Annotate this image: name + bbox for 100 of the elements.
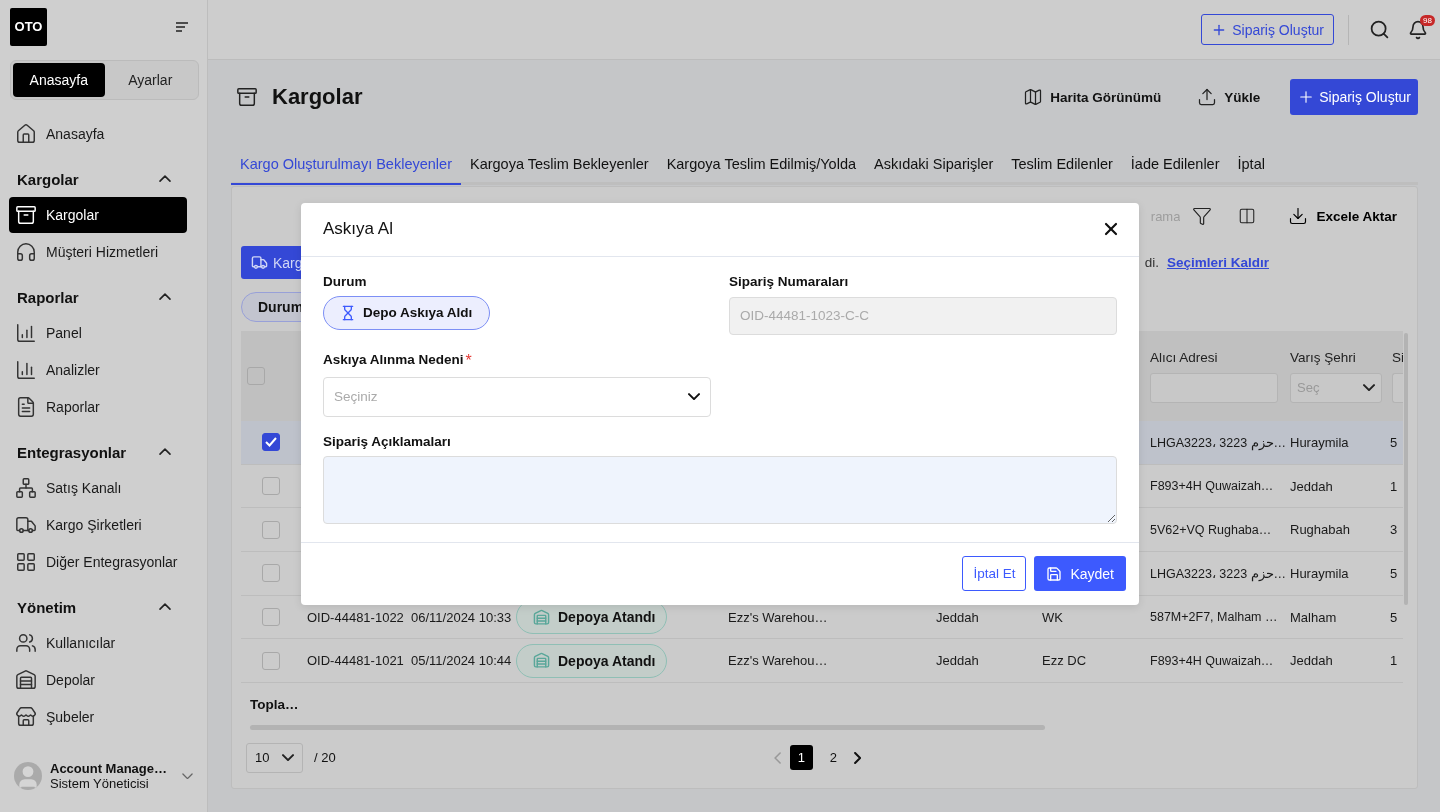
selection-text: di. [1144, 255, 1159, 270]
chevron-icon[interactable] [159, 603, 171, 611]
tab[interactable]: İptal [1228, 145, 1274, 185]
archive-icon [236, 86, 258, 108]
tab[interactable]: Kargoya Teslim Bekleyenler [460, 145, 658, 185]
tab[interactable]: Kargoya Teslim Edilmiş/Yolda [657, 145, 866, 185]
tab[interactable]: Askıdaki Siparişler [865, 145, 1003, 185]
upload-icon [1197, 87, 1218, 107]
search-button[interactable] [1369, 19, 1390, 40]
nav-item[interactable]: Satış Kanalı [9, 470, 187, 506]
previous-icon [773, 751, 781, 764]
status-badge: Depoya Atandı [516, 643, 667, 678]
chevron-icon[interactable] [159, 293, 171, 301]
nav-item[interactable]: Kullanıcılar [9, 625, 187, 661]
save-button[interactable]: Kaydet [1034, 556, 1126, 592]
table-cell: 587M+2F7, Malham … [1150, 610, 1278, 625]
table-cell: Jeddah [1290, 478, 1333, 494]
dialog-title: Askıya Al [323, 219, 393, 240]
checkbox[interactable] [262, 608, 280, 627]
tab[interactable]: Teslim Edilenler [1002, 145, 1122, 185]
cancel-button[interactable]: İptal Et [962, 556, 1027, 592]
chevron-icon [282, 754, 294, 762]
document-icon [15, 396, 37, 418]
account-name: Account Manage… [50, 761, 168, 776]
tab[interactable]: İade Edilenler [1121, 145, 1229, 185]
chevron-icon [688, 393, 700, 401]
upload-button[interactable]: Yükle [1191, 86, 1267, 108]
mode-tab[interactable]: Anasayfa [13, 63, 105, 97]
page-size-select[interactable]: 10 [246, 742, 303, 773]
filter-field[interactable] [1392, 372, 1403, 403]
chevron-icon [182, 772, 193, 780]
map-icon [1023, 87, 1044, 107]
chevron-icon[interactable] [159, 448, 171, 456]
field-label: Askıya Alınma Nedeni [323, 351, 464, 369]
table-cell: 5V62+VQ Rughaba… [1150, 522, 1272, 537]
table-cell: Jeddah [936, 653, 979, 669]
table-cell: LHGA3223، 3223 حزم… [1150, 434, 1287, 450]
export-button[interactable]: Excele Aktar [1282, 205, 1403, 227]
table-cell: OID-44481-1022 [307, 609, 404, 625]
nav-item[interactable]: Anasayfa [9, 116, 187, 152]
table-cell: Malham [1290, 609, 1337, 625]
create-order-button[interactable]: Sipariş Oluştur [1290, 79, 1418, 115]
nav-item[interactable]: Panel [9, 315, 187, 351]
account-role: Sistem Yöneticisi [50, 776, 150, 791]
warehouse-icon [533, 608, 550, 626]
bar-chart-icon [15, 359, 37, 381]
page-title: Kargolar [272, 84, 364, 110]
checkbox[interactable] [262, 477, 280, 496]
table-cell: Huraymila [1290, 434, 1349, 450]
page-total: / 20 [314, 750, 336, 766]
nav-item[interactable]: Kargolar [9, 197, 187, 233]
checkbox[interactable] [262, 564, 280, 583]
table-cell: Jeddah [1290, 653, 1333, 669]
house-icon [15, 123, 37, 145]
page-button[interactable]: 2 [821, 745, 845, 771]
field-label: Sipariş Numaraları [729, 273, 850, 289]
nav-item[interactable]: Kargo Şirketleri [9, 507, 187, 543]
chevron-icon [1363, 383, 1375, 392]
status-chip: Depo Askıya Aldı [323, 295, 491, 330]
grid-icon [15, 551, 37, 573]
create-order-button[interactable]: Sipariş Oluştur [1201, 14, 1334, 45]
nav-item[interactable]: Depolar [9, 662, 187, 698]
clear-selection-link[interactable]: Seçimleri Kaldır [1166, 255, 1269, 270]
table-cell: 5 [1390, 609, 1398, 625]
nav-item[interactable]: Analizler [9, 352, 187, 388]
nav-item[interactable]: Müşteri Hizmetleri [9, 234, 187, 270]
chart-icon [15, 322, 37, 344]
table-cell: 1 [1390, 653, 1398, 669]
checkbox[interactable] [262, 651, 280, 670]
checkbox[interactable] [262, 433, 280, 452]
page-button[interactable]: 1 [789, 745, 813, 771]
mode-tab[interactable]: Ayarlar [104, 63, 196, 97]
column-header: Varış Şehri [1290, 349, 1357, 365]
table-cell: 3 [1390, 522, 1398, 538]
chevron-icon[interactable] [159, 175, 171, 183]
table-cell: 5 [1390, 434, 1398, 450]
table-cell: LHGA3223، 3223 حزم… [1150, 565, 1287, 581]
table-cell: Ezz's Warehou… [728, 653, 828, 669]
required-mark: * [465, 351, 472, 370]
next-icon[interactable] [853, 751, 862, 764]
warehouse-icon [15, 669, 37, 691]
warehouse-icon [533, 652, 550, 670]
table-cell: 05/11/2024 10:44 [411, 653, 512, 669]
checkbox[interactable] [247, 367, 265, 385]
nav-item[interactable]: Şubeler [9, 699, 187, 735]
columns-button[interactable] [1238, 207, 1257, 225]
column-header: Alıcı Adresi [1150, 349, 1219, 365]
store-icon [15, 706, 37, 728]
avatar [14, 762, 42, 790]
total-label: Topla… [250, 696, 299, 712]
nav-item[interactable]: Diğer Entegrasyonlar [9, 544, 187, 580]
section-title: Kargolar [17, 170, 79, 188]
field-label: Sipariş Açıklamaları [323, 433, 452, 449]
table-cell: Huraymila [1290, 565, 1349, 581]
table-cell: F893+4H Quwaizah… [1150, 653, 1274, 668]
filter-button[interactable] [1192, 206, 1213, 226]
nav-item[interactable]: Raporlar [9, 389, 187, 425]
map-view-button[interactable]: Harita Görünümü [1017, 86, 1168, 108]
notes-field[interactable] [323, 455, 1117, 524]
checkbox[interactable] [262, 520, 280, 539]
